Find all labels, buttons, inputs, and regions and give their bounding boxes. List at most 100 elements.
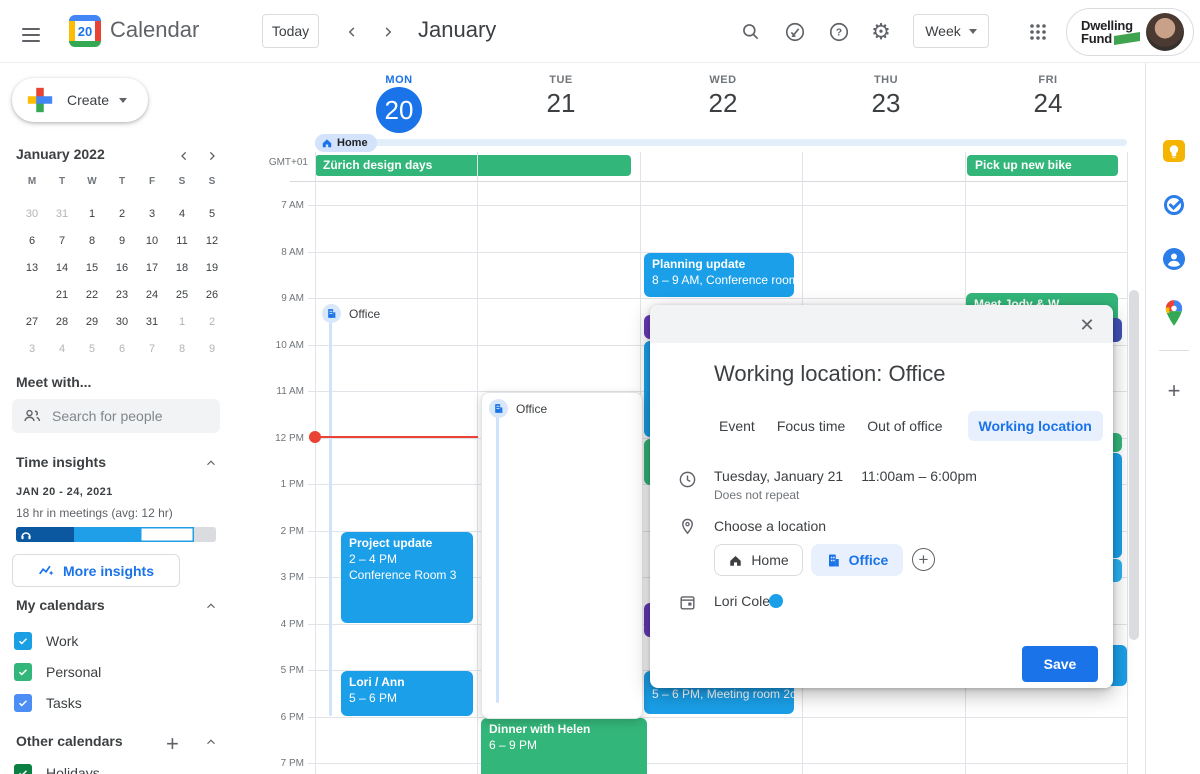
mini-cal-day[interactable]: 30 (17, 202, 47, 226)
mini-calendar-next-icon[interactable] (204, 148, 220, 169)
mini-cal-day[interactable]: 2 (107, 202, 137, 226)
mini-cal-day[interactable]: 29 (77, 310, 107, 334)
dialog-drag-handle[interactable] (650, 305, 1113, 343)
next-period-icon[interactable] (376, 20, 400, 44)
keep-icon[interactable] (1161, 138, 1187, 164)
prev-period-icon[interactable] (340, 20, 364, 44)
calendar-logo-icon[interactable]: 20 (69, 15, 101, 47)
mini-cal-day[interactable]: 26 (197, 283, 227, 307)
working-location-preview-card[interactable]: Office (481, 392, 643, 719)
mini-cal-day[interactable]: 1 (77, 202, 107, 226)
collapse-insights-icon[interactable] (204, 456, 218, 473)
search-icon[interactable] (739, 20, 763, 44)
mini-cal-day[interactable]: 4 (47, 337, 77, 361)
tab-out-of-office[interactable]: Out of office (856, 411, 953, 441)
get-addons-icon[interactable]: + (1161, 378, 1187, 404)
contacts-icon[interactable] (1161, 246, 1187, 272)
mini-cal-day[interactable]: 7 (137, 337, 167, 361)
mini-cal-day[interactable]: 12 (197, 229, 227, 253)
mini-cal-day[interactable]: 7 (47, 229, 77, 253)
mini-cal-day[interactable]: 6 (17, 229, 47, 253)
mini-cal-day[interactable]: 1 (167, 310, 197, 334)
personal-calendar-checkbox[interactable] (14, 663, 32, 681)
main-menu-icon[interactable] (22, 24, 40, 46)
mini-cal-day[interactable]: 31 (137, 310, 167, 334)
collapse-other-calendars-icon[interactable] (204, 735, 218, 752)
collapse-my-calendars-icon[interactable] (204, 599, 218, 616)
add-location-icon[interactable]: + (912, 548, 935, 571)
search-people-input[interactable]: Search for people (12, 399, 220, 433)
more-insights-button[interactable]: More insights (12, 554, 180, 587)
mini-cal-day[interactable]: 23 (107, 283, 137, 307)
day-number-thu[interactable]: 23 (856, 88, 916, 119)
account-pill[interactable]: Dwelling Fund (1066, 8, 1194, 56)
apps-grid-icon[interactable] (1026, 20, 1050, 44)
location-option-home[interactable]: Home (714, 544, 803, 576)
mini-cal-day[interactable]: 4 (167, 202, 197, 226)
today-button[interactable]: Today (262, 14, 319, 48)
add-other-calendar-icon[interactable]: + (166, 731, 179, 757)
mini-cal-day[interactable]: 3 (17, 337, 47, 361)
tab-working-location[interactable]: Working location (968, 411, 1103, 441)
view-selector-dropdown[interactable]: Week (913, 14, 989, 48)
home-location-chip[interactable]: Home (315, 134, 377, 152)
working-location-marker-mon[interactable]: Office (322, 304, 380, 323)
vertical-scrollbar[interactable] (1129, 290, 1139, 640)
save-button[interactable]: Save (1022, 646, 1098, 682)
mini-cal-day[interactable]: 19 (197, 256, 227, 280)
settings-gear-icon[interactable]: ⚙ (869, 20, 893, 44)
mini-cal-day[interactable]: 30 (107, 310, 137, 334)
allday-event-zurich[interactable]: Zürich design days (315, 155, 631, 176)
dialog-recurrence[interactable]: Does not repeat (714, 488, 799, 502)
mini-cal-day[interactable]: 11 (167, 229, 197, 253)
mini-cal-day[interactable]: 20 (17, 283, 47, 307)
day-number-tue[interactable]: 21 (531, 88, 591, 119)
mini-calendar-prev-icon[interactable] (176, 148, 192, 169)
mini-cal-day[interactable]: 2 (197, 310, 227, 334)
help-icon[interactable]: ? (827, 20, 851, 44)
mini-cal-day[interactable]: 25 (167, 283, 197, 307)
mini-cal-day[interactable]: 5 (197, 202, 227, 226)
mini-cal-day[interactable]: 9 (107, 229, 137, 253)
user-avatar[interactable] (1146, 13, 1184, 51)
day-number-fri[interactable]: 24 (1018, 88, 1078, 119)
mini-cal-day[interactable]: 28 (47, 310, 77, 334)
mini-cal-day[interactable]: 15 (77, 256, 107, 280)
dialog-datetime[interactable]: Tuesday, January 2111:00am – 6:00pm (714, 468, 977, 484)
mini-cal-day[interactable]: 14 (47, 256, 77, 280)
day-number-wed[interactable]: 22 (693, 88, 753, 119)
mini-cal-day[interactable]: 8 (77, 229, 107, 253)
event-lori-ann[interactable]: Lori / Ann 5 – 6 PM (341, 671, 473, 716)
create-button[interactable]: Create (12, 78, 148, 122)
tab-event[interactable]: Event (708, 411, 766, 441)
mini-cal-day[interactable]: 24 (137, 283, 167, 307)
mini-cal-day[interactable]: 17 (137, 256, 167, 280)
mini-cal-day[interactable]: 8 (167, 337, 197, 361)
mini-cal-day[interactable]: 13 (17, 256, 47, 280)
mini-cal-day[interactable]: 9 (197, 337, 227, 361)
work-calendar-checkbox[interactable] (14, 632, 32, 650)
mini-cal-day[interactable]: 31 (47, 202, 77, 226)
mini-cal-day[interactable]: 3 (137, 202, 167, 226)
day-number-mon-selected[interactable]: 20 (376, 87, 422, 133)
event-dinner-with-helen[interactable]: Dinner with Helen 6 – 9 PM (481, 718, 647, 774)
allday-event-bike[interactable]: Pick up new bike (967, 155, 1118, 176)
event-project-update[interactable]: Project update 2 – 4 PM Conference Room … (341, 532, 473, 623)
mini-cal-day[interactable]: 16 (107, 256, 137, 280)
mini-cal-day[interactable]: 21 (47, 283, 77, 307)
mini-cal-day[interactable]: 6 (107, 337, 137, 361)
mini-cal-day[interactable]: 18 (167, 256, 197, 280)
mini-cal-day[interactable]: 5 (77, 337, 107, 361)
google-tasks-icon[interactable] (1161, 192, 1187, 218)
mini-cal-day[interactable]: 22 (77, 283, 107, 307)
mini-cal-day[interactable]: 10 (137, 229, 167, 253)
owner-color-dot[interactable] (769, 594, 783, 608)
tab-focus-time[interactable]: Focus time (766, 411, 856, 441)
mini-cal-day[interactable]: 27 (17, 310, 47, 334)
event-planning-update[interactable]: Planning update 8 – 9 AM, Conference roo… (644, 253, 794, 297)
holidays-calendar-checkbox[interactable] (14, 764, 32, 774)
tasks-toggle-icon[interactable] (783, 20, 807, 44)
close-icon[interactable]: ✕ (1075, 313, 1099, 337)
location-option-office[interactable]: Office (811, 544, 903, 576)
google-maps-icon[interactable] (1161, 300, 1187, 326)
